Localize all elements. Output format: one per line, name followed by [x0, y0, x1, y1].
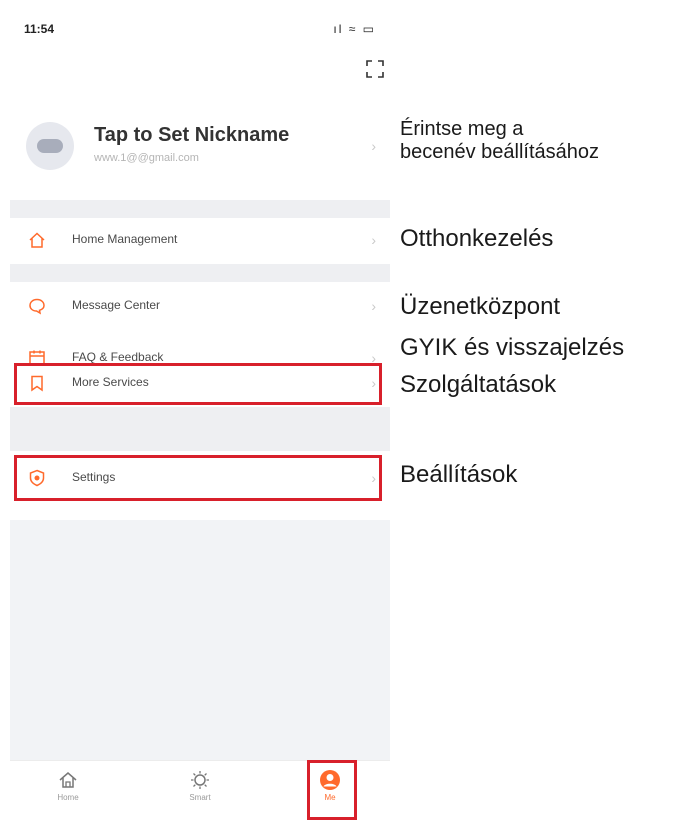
annotation-faq-feedback: GYIK és visszajelzés	[400, 334, 625, 361]
chevron-right-icon: ›	[371, 138, 376, 154]
status-time: 11:54	[24, 22, 55, 36]
highlight-settings	[14, 455, 382, 501]
status-icons: ıl ≈ ▭	[333, 22, 376, 36]
menu-label: Home Management	[72, 232, 178, 246]
avatar[interactable]	[26, 122, 74, 170]
divider	[10, 200, 390, 218]
menu-label: FAQ & Feedback	[72, 350, 164, 364]
annotation-nickname-line2: becenév beállításához	[400, 141, 600, 163]
divider	[10, 407, 390, 451]
menu-label: Message Center	[72, 298, 161, 312]
tab-smart-label: Smart	[189, 793, 211, 802]
page: 11:54 ıl ≈ ▭ Tap to Set Nickname www.1@@…	[0, 0, 700, 828]
annotation-more-services: Szolgáltatások	[400, 371, 557, 398]
profile-header[interactable]: Tap to Set Nickname www.1@@gmail.com ›	[10, 100, 390, 195]
empty-area	[10, 520, 390, 760]
phone-screen: 11:54 ıl ≈ ▭ Tap to Set Nickname www.1@@…	[10, 0, 390, 828]
chevron-right-icon: ›	[371, 298, 376, 314]
chevron-right-icon: ›	[371, 232, 376, 248]
home-icon	[59, 772, 77, 788]
tab-home[interactable]: Home	[38, 769, 98, 819]
email-label: www.1@@gmail.com	[94, 152, 199, 164]
divider	[10, 264, 390, 282]
highlight-more-services	[14, 363, 382, 405]
menu-item-message-center[interactable]: Message Center ›	[10, 286, 390, 326]
annotation-nickname-line1: Érintse meg a	[400, 118, 524, 140]
annotation-home-management: Otthonkezelés	[400, 225, 554, 252]
home-icon	[28, 231, 46, 249]
nickname-label: Tap to Set Nickname	[94, 124, 290, 146]
annotation-message-center: Üzenetközpont	[400, 293, 561, 320]
expand-icon[interactable]	[364, 58, 386, 80]
tab-home-label: Home	[57, 793, 79, 802]
message-icon	[28, 297, 46, 315]
menu-item-home-management[interactable]: Home Management ›	[10, 220, 390, 260]
annotation-nickname: Érintse meg a becenév beállításához	[400, 118, 599, 164]
status-bar: 11:54 ıl ≈ ▭	[10, 18, 390, 42]
annotation-settings: Beállítások	[400, 461, 518, 488]
highlight-tab-me	[307, 760, 357, 820]
smart-icon	[191, 771, 209, 789]
tab-smart[interactable]: Smart	[170, 769, 230, 819]
